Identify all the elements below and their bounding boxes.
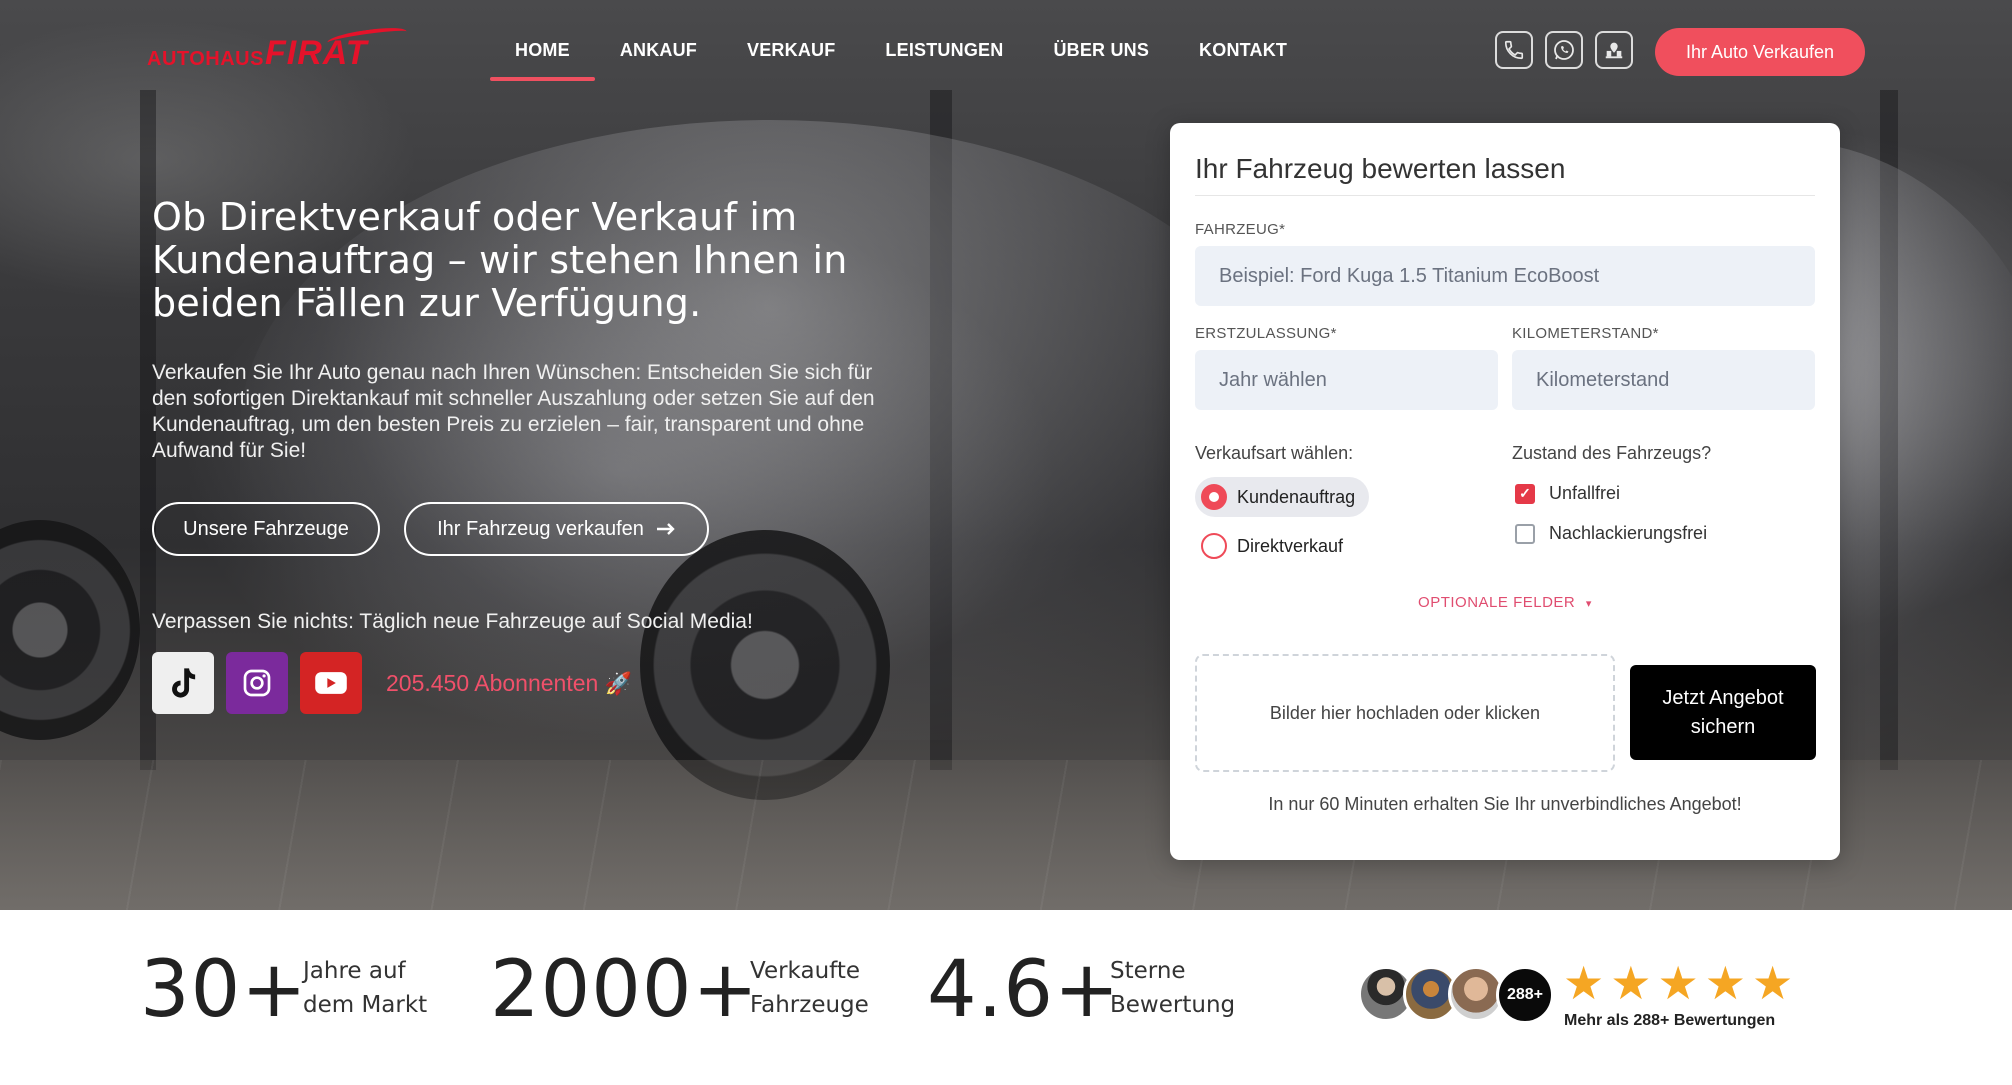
radio-direktverkauf-label: Direktverkauf — [1237, 535, 1344, 556]
sell-car-cta-button[interactable]: Ihr Auto Verkaufen — [1655, 28, 1865, 76]
star-icon: ★ — [1704, 957, 1746, 1009]
nav-kontakt[interactable]: KONTAKT — [1174, 40, 1312, 80]
review-summary: Mehr als 288+ Bewertungen — [1564, 1012, 1776, 1029]
review-count-badge: 288+ — [1496, 966, 1554, 1024]
our-vehicles-label: Unsere Fahrzeuge — [183, 517, 349, 540]
stat-vehicles-label-line2: Fahrzeuge — [750, 992, 869, 1018]
social-media-text: Verpassen Sie nichts: Täglich neue Fahrz… — [152, 610, 753, 633]
stat-years-label-line1: Jahre auf — [303, 958, 406, 984]
nav-ueber-uns[interactable]: ÜBER UNS — [1028, 40, 1174, 80]
stat-years-label: Jahre auf dem Markt — [303, 954, 427, 1022]
rocket-icon: 🚀 — [604, 671, 633, 696]
secure-offer-button[interactable]: Jetzt Angebot sichern — [1630, 665, 1816, 760]
optional-fields-label: OPTIONALE FELDER — [1418, 594, 1576, 611]
subscriber-count-text: 205.450 Abonnenten — [386, 670, 599, 696]
radio-button-icon — [1201, 484, 1227, 510]
sell-vehicle-label: Ihr Fahrzeug verkaufen — [437, 517, 644, 540]
form-divider — [1195, 195, 1815, 196]
location-icon — [1605, 42, 1623, 59]
stat-years-value: 30+ — [140, 945, 308, 1035]
whatsapp-icon — [1554, 40, 1574, 60]
youtube-button[interactable] — [300, 652, 362, 714]
offer-note: In nur 60 Minuten erhalten Sie Ihr unver… — [1268, 794, 1742, 814]
stat-vehicles-label: Verkaufte Fahrzeuge — [750, 954, 869, 1022]
star-icon: ★ — [1657, 957, 1699, 1009]
nav-ankauf[interactable]: ANKAUF — [595, 40, 722, 80]
optional-fields-toggle[interactable]: OPTIONALE FELDER ▾ — [1170, 594, 1840, 611]
logo-word-autohaus: AUTOHAUS — [147, 48, 264, 70]
car-wheel — [0, 520, 140, 740]
phone-icon — [1504, 40, 1524, 60]
arrow-right-icon — [656, 523, 675, 535]
stat-years-label-line2: dem Markt — [303, 992, 428, 1018]
radio-kundenauftrag-label: Kundenauftrag — [1237, 486, 1356, 507]
checkmark-icon: ✓ — [1515, 483, 1535, 504]
radio-direktverkauf[interactable]: Direktverkauf — [1195, 526, 1357, 566]
mileage-input[interactable] — [1512, 350, 1815, 410]
instagram-icon — [243, 669, 271, 697]
nav-home[interactable]: HOME — [490, 40, 595, 81]
mileage-label: KILOMETERSTAND* — [1512, 325, 1659, 342]
stat-rating-label-line1: Sterne — [1110, 958, 1186, 984]
tiktok-icon — [172, 668, 196, 698]
sale-type-label: Verkaufsart wählen: — [1195, 443, 1354, 463]
form-title: Ihr Fahrzeug bewerten lassen — [1195, 153, 1566, 184]
tiktok-button[interactable] — [152, 652, 214, 714]
vehicle-label: FAHRZEUG* — [1195, 221, 1286, 238]
checkbox-empty-icon — [1515, 523, 1535, 544]
condition-label: Zustand des Fahrzeugs? — [1512, 443, 1712, 463]
star-icon: ★ — [1610, 957, 1652, 1009]
stat-vehicles-label-line1: Verkaufte — [750, 958, 861, 984]
whatsapp-button[interactable] — [1545, 31, 1583, 69]
hero-description: Verkaufen Sie Ihr Auto genau nach Ihren … — [152, 361, 875, 462]
nav-verkauf[interactable]: VERKAUF — [722, 40, 860, 80]
stat-rating-label-line2: Bewertung — [1110, 992, 1236, 1018]
phone-button[interactable] — [1495, 31, 1533, 69]
stat-rating-label: Sterne Bewertung — [1110, 954, 1235, 1022]
star-rating: ★ ★ ★ ★ ★ — [1563, 960, 1793, 1006]
checkbox-nachlackierungsfrei[interactable]: Nachlackierungsfrei — [1515, 523, 1707, 544]
sell-vehicle-button[interactable]: Ihr Fahrzeug verkaufen — [404, 502, 709, 556]
location-button[interactable] — [1595, 31, 1633, 69]
subscriber-count: 205.450 Abonnenten 🚀 — [386, 670, 632, 697]
instagram-button[interactable] — [226, 652, 288, 714]
our-vehicles-button[interactable]: Unsere Fahrzeuge — [152, 502, 380, 556]
first-registration-select[interactable] — [1195, 350, 1498, 410]
stat-vehicles-value: 2000+ — [490, 945, 759, 1035]
autohaus-firat-logo[interactable]: AUTOHAUS FIRAT — [147, 24, 408, 72]
checkbox-unfallfrei-label: Unfallfrei — [1549, 483, 1621, 503]
star-icon: ★ — [1752, 957, 1794, 1009]
first-registration-label: ERSTZULASSUNG* — [1195, 325, 1337, 342]
hero-headline: Ob Direktverkauf oder Verkauf im Kundena… — [152, 195, 848, 325]
checkbox-unfallfrei[interactable]: ✓ Unfallfrei — [1515, 483, 1620, 504]
radio-kundenauftrag[interactable]: Kundenauftrag — [1195, 477, 1370, 517]
youtube-icon — [315, 672, 347, 694]
vehicle-input[interactable] — [1195, 246, 1815, 306]
upload-text: Bilder hier hochladen oder klicken — [1269, 702, 1541, 723]
checkbox-nachlackierungsfrei-label: Nachlackierungsfrei — [1549, 523, 1708, 543]
stat-rating-value: 4.6+ — [927, 945, 1121, 1035]
star-icon: ★ — [1563, 957, 1605, 1009]
main-navigation: HOME ANKAUF VERKAUF LEISTUNGEN ÜBER UNS … — [490, 40, 1312, 81]
image-upload-dropzone[interactable]: Bilder hier hochladen oder klicken — [1195, 654, 1615, 772]
radio-button-icon — [1201, 533, 1227, 559]
caret-down-icon: ▾ — [1585, 598, 1592, 610]
vehicle-valuation-form: Ihr Fahrzeug bewerten lassen FAHRZEUG* E… — [1170, 123, 1840, 860]
nav-leistungen[interactable]: LEISTUNGEN — [860, 40, 1028, 80]
